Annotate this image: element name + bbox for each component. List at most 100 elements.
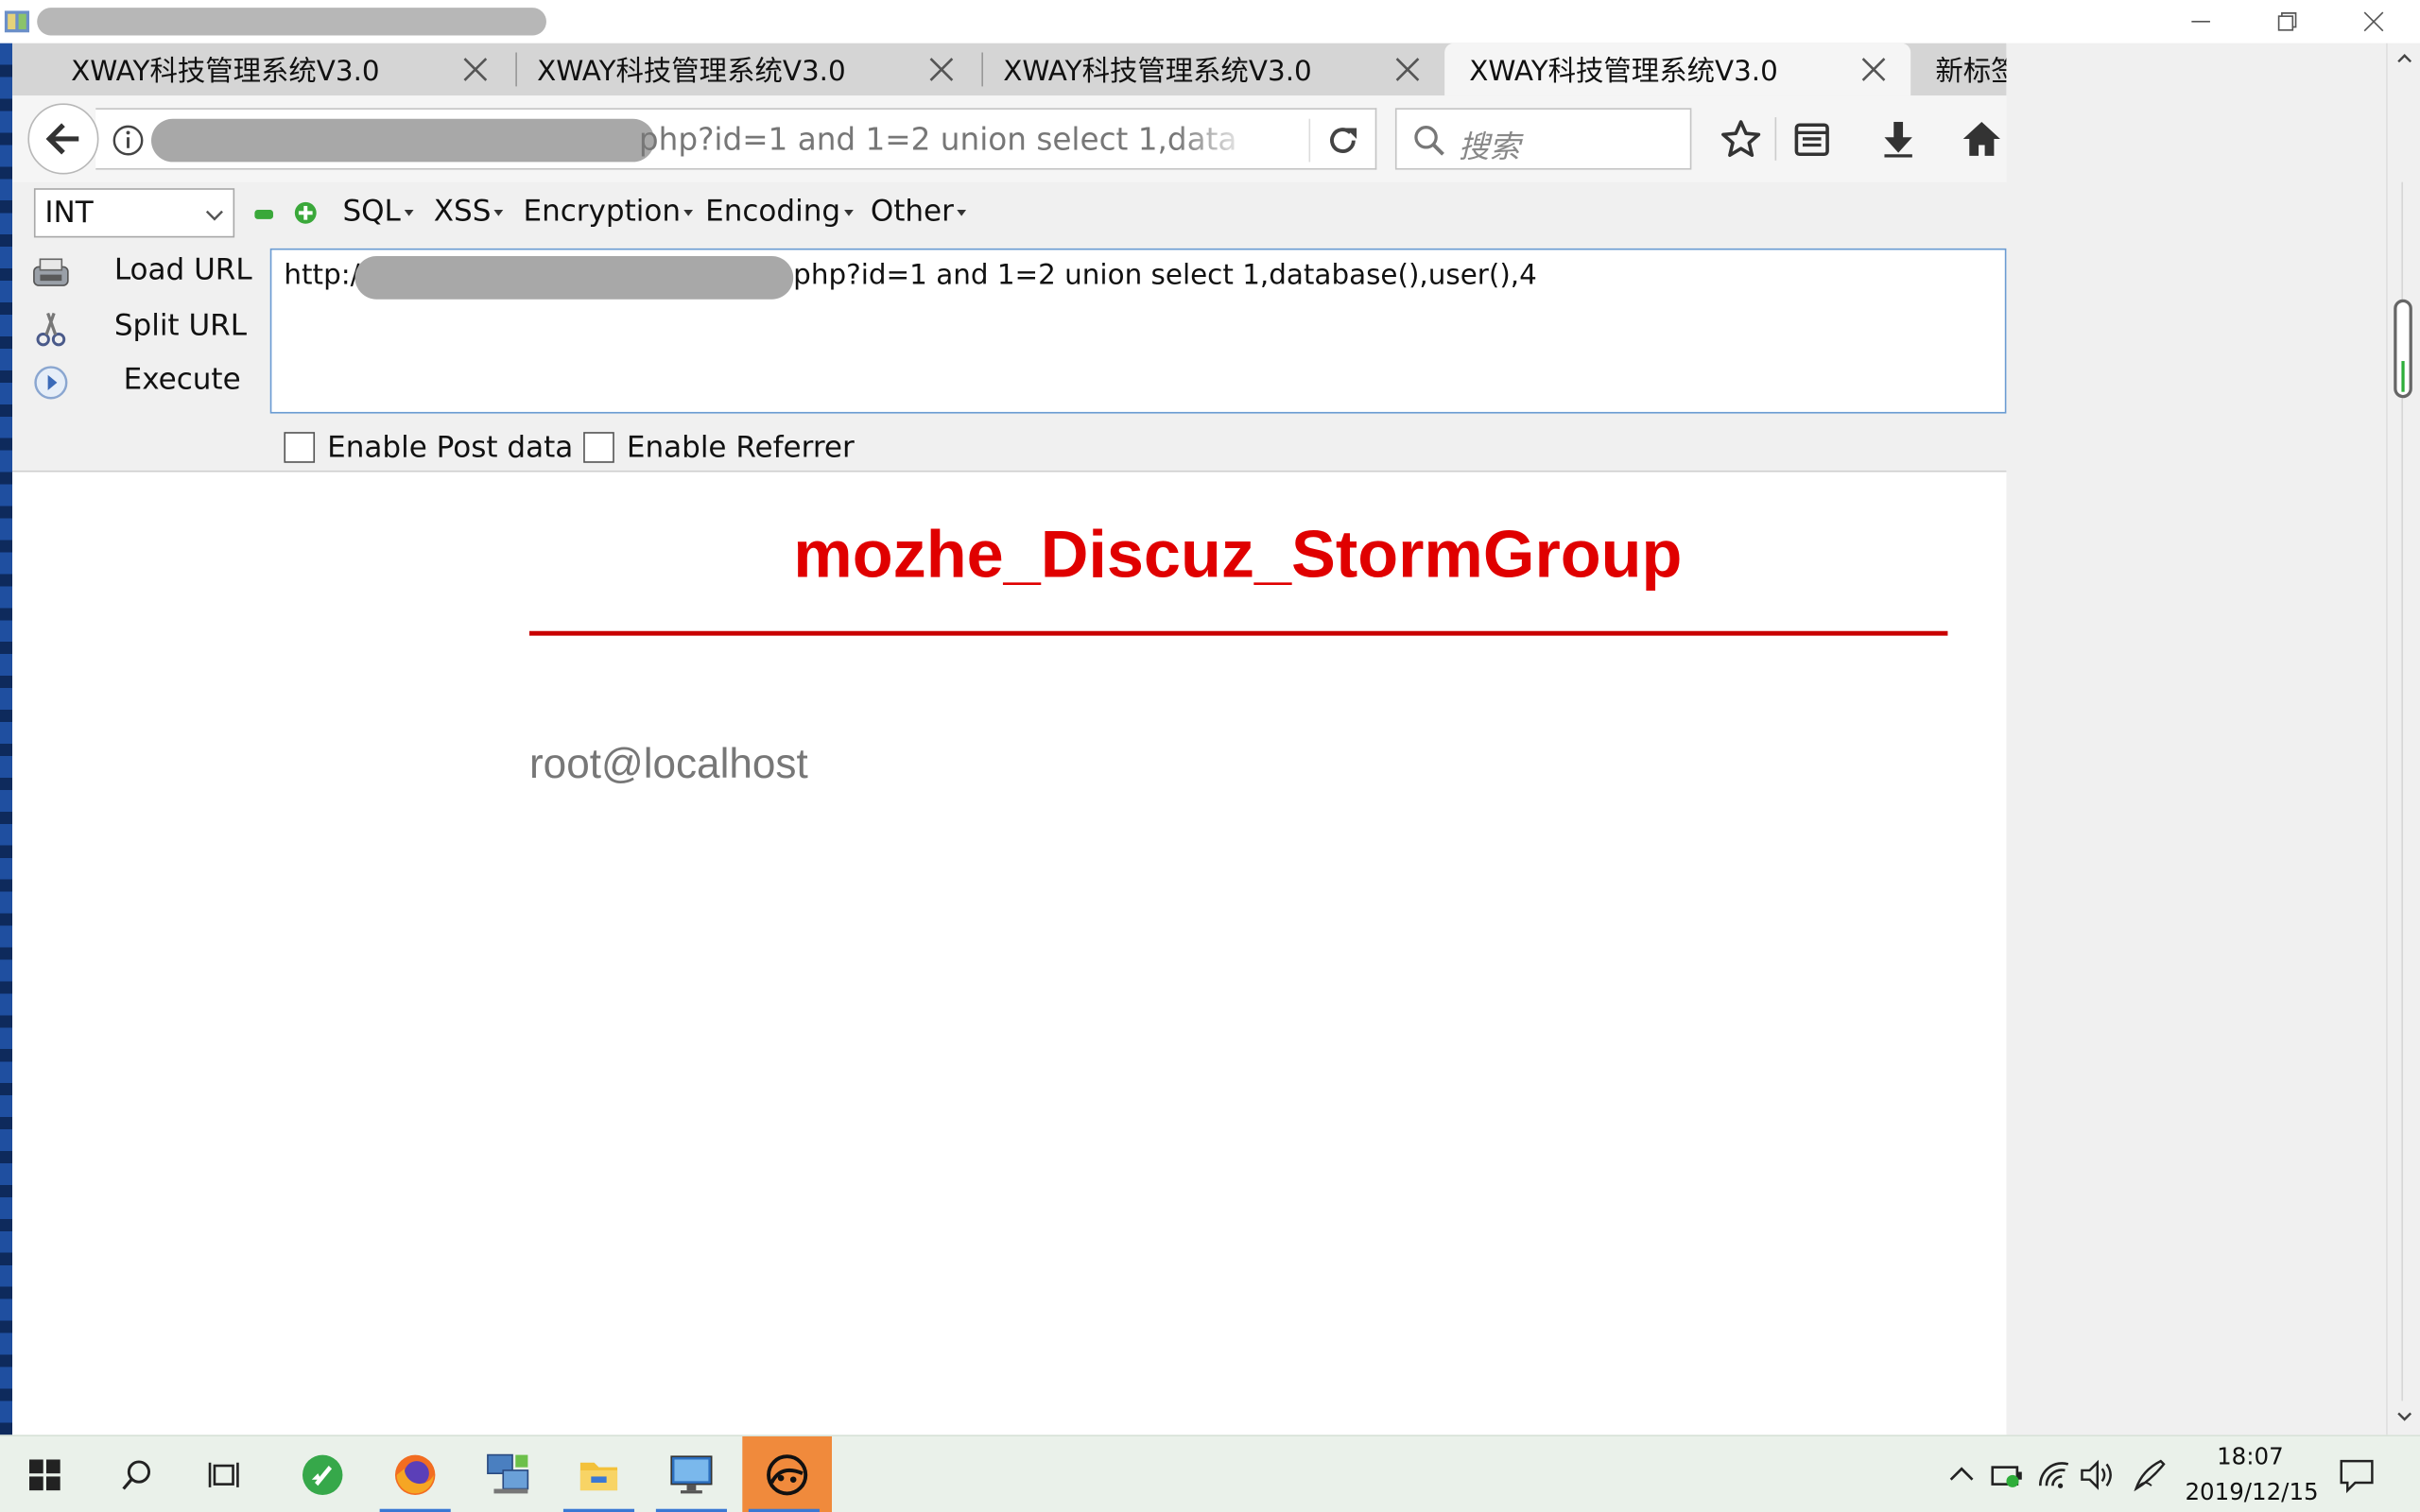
windows-logo-icon: [29, 1459, 60, 1491]
load-url-label: Load URL: [113, 252, 252, 287]
xss-menu[interactable]: XSS: [434, 195, 504, 229]
url-payload: php?id=1 and 1=2 union select 1,database…: [793, 259, 1537, 292]
clock-time[interactable]: 18:07: [2186, 1443, 2315, 1470]
clock-date[interactable]: 2019/12/15: [2181, 1478, 2323, 1505]
home-icon[interactable]: [1960, 117, 2003, 161]
close-tab-icon[interactable]: [460, 54, 492, 85]
tab-title: XWAY科技管理系统V3.0: [1469, 55, 1778, 89]
scroll-up-icon[interactable]: [2395, 49, 2414, 68]
encryption-menu-label: Encryption: [523, 194, 682, 229]
type-select-value: INT: [44, 196, 94, 231]
url-redacted: [354, 256, 794, 300]
taskbar-remote-desktop[interactable]: [649, 1436, 733, 1512]
close-window-button[interactable]: [2330, 0, 2416, 43]
battery-icon[interactable]: [1988, 1455, 2028, 1495]
minimize-button[interactable]: [2157, 0, 2243, 43]
taskbar-firefox-app[interactable]: [373, 1436, 457, 1512]
enable-referrer-label: Enable Referrer: [626, 430, 855, 465]
tab-title: XWAY科技管理系统V3.0: [71, 55, 380, 89]
download-icon[interactable]: [1876, 117, 1920, 161]
hackbar-url-input[interactable]: http:/ php?id=1 and 1=2 union select 1,d…: [269, 248, 2007, 414]
scroll-down-icon[interactable]: [2395, 1407, 2414, 1426]
play-icon: [34, 366, 68, 400]
checkbox-box[interactable]: [583, 432, 614, 463]
increase-icon[interactable]: [293, 200, 318, 225]
tab-1[interactable]: XWAY科技管理系统V3.0: [12, 43, 517, 96]
start-button[interactable]: [3, 1436, 86, 1512]
toolbar-separator: [1774, 117, 1777, 161]
taskbar-search-button[interactable]: [95, 1436, 179, 1512]
search-icon: [1414, 126, 1444, 156]
scroll-thumb[interactable]: [2394, 299, 2412, 399]
reload-icon[interactable]: [1324, 122, 1361, 159]
pen-icon[interactable]: [2130, 1455, 2169, 1495]
taskbar-network-app[interactable]: [468, 1436, 551, 1512]
decrease-icon[interactable]: [253, 204, 275, 226]
hackbar-panel: INT SQL XSS Encryption Encoding Other Lo…: [12, 181, 2007, 472]
back-button[interactable]: [27, 103, 99, 175]
show-hidden-icons[interactable]: [1942, 1455, 1981, 1495]
injection-type-select[interactable]: INT: [33, 188, 235, 238]
info-icon[interactable]: [112, 124, 146, 158]
task-view-button[interactable]: [183, 1436, 267, 1512]
query-result-text: root@localhost: [528, 740, 808, 787]
checkbox-box[interactable]: [284, 432, 316, 463]
taskbar-rocket-app[interactable]: [281, 1436, 364, 1512]
tab-4-active[interactable]: XWAY科技管理系统V3.0: [1444, 43, 1911, 96]
window-background: [2006, 43, 2387, 1435]
firefox-icon: [394, 1454, 436, 1496]
tab-2[interactable]: XWAY科技管理系统V3.0: [515, 43, 983, 96]
close-tab-icon[interactable]: [1392, 54, 1424, 85]
sql-menu[interactable]: SQL: [342, 194, 413, 229]
restore-button[interactable]: [2244, 0, 2330, 43]
close-tab-icon[interactable]: [926, 54, 958, 85]
tab-5[interactable]: 新标签: [1913, 43, 2006, 96]
notification-center-icon[interactable]: [2337, 1455, 2377, 1495]
address-text: php?id=1 and 1=2 union select 1,data: [638, 120, 1237, 158]
execute-label: Execute: [123, 362, 241, 397]
volume-icon[interactable]: [2078, 1455, 2118, 1495]
tab-title: XWAY科技管理系统V3.0: [537, 55, 846, 89]
load-url-button[interactable]: Load URL: [27, 249, 274, 296]
caret-down-icon: [683, 209, 694, 215]
close-icon: [2363, 11, 2384, 32]
encoding-menu-label: Encoding: [705, 194, 841, 229]
xss-menu-label: XSS: [433, 194, 492, 229]
address-fade: [1176, 115, 1253, 165]
close-tab-icon[interactable]: [1858, 54, 1890, 85]
search-icon: [122, 1460, 151, 1490]
task-view-icon: [208, 1462, 239, 1487]
split-url-button[interactable]: Split URL: [27, 305, 274, 352]
caret-down-icon: [843, 209, 854, 215]
address-bar[interactable]: php?id=1 and 1=2 union select 1,data: [95, 108, 1377, 170]
network-computers-icon: [487, 1453, 529, 1494]
page-content: mozhe_Discuz_StormGroup root@localhost: [12, 472, 2007, 1435]
execute-button[interactable]: Execute: [27, 359, 274, 405]
tab-title: XWAY科技管理系统V3.0: [1003, 55, 1312, 89]
desktop-edge: [0, 43, 13, 1435]
other-menu[interactable]: Other: [871, 195, 966, 229]
back-arrow-icon: [45, 123, 79, 155]
tab-3[interactable]: XWAY科技管理系统V3.0: [981, 43, 1447, 96]
title-redacted: [37, 8, 546, 36]
wifi-icon[interactable]: [2034, 1455, 2074, 1495]
sql-menu-label: SQL: [342, 194, 401, 229]
screen: XWAY科技管理系统V3.0 XWAY科技管理系统V3.0 XWAY科技管理系统…: [0, 0, 2420, 1512]
monitor-icon: [670, 1455, 713, 1494]
caret-down-icon: [493, 209, 504, 215]
search-box[interactable]: 搜索: [1394, 108, 1692, 170]
other-menu-label: Other: [870, 194, 954, 229]
taskbar-file-explorer[interactable]: [557, 1436, 640, 1512]
enable-post-data-checkbox[interactable]: Enable Post data: [284, 429, 573, 466]
app-icon: [4, 10, 30, 33]
heading-divider: [528, 630, 1948, 636]
scissors-icon: [36, 312, 66, 347]
encryption-menu[interactable]: Encryption: [523, 194, 694, 229]
taskbar-active-app[interactable]: [742, 1435, 832, 1512]
bookmark-star-icon[interactable]: [1720, 117, 1763, 161]
rocket-icon: [302, 1454, 343, 1496]
reading-list-icon[interactable]: [1790, 117, 1834, 161]
vertical-scrollbar[interactable]: [2386, 43, 2420, 1435]
encoding-menu[interactable]: Encoding: [705, 194, 854, 229]
enable-referrer-checkbox[interactable]: Enable Referrer: [583, 429, 855, 466]
